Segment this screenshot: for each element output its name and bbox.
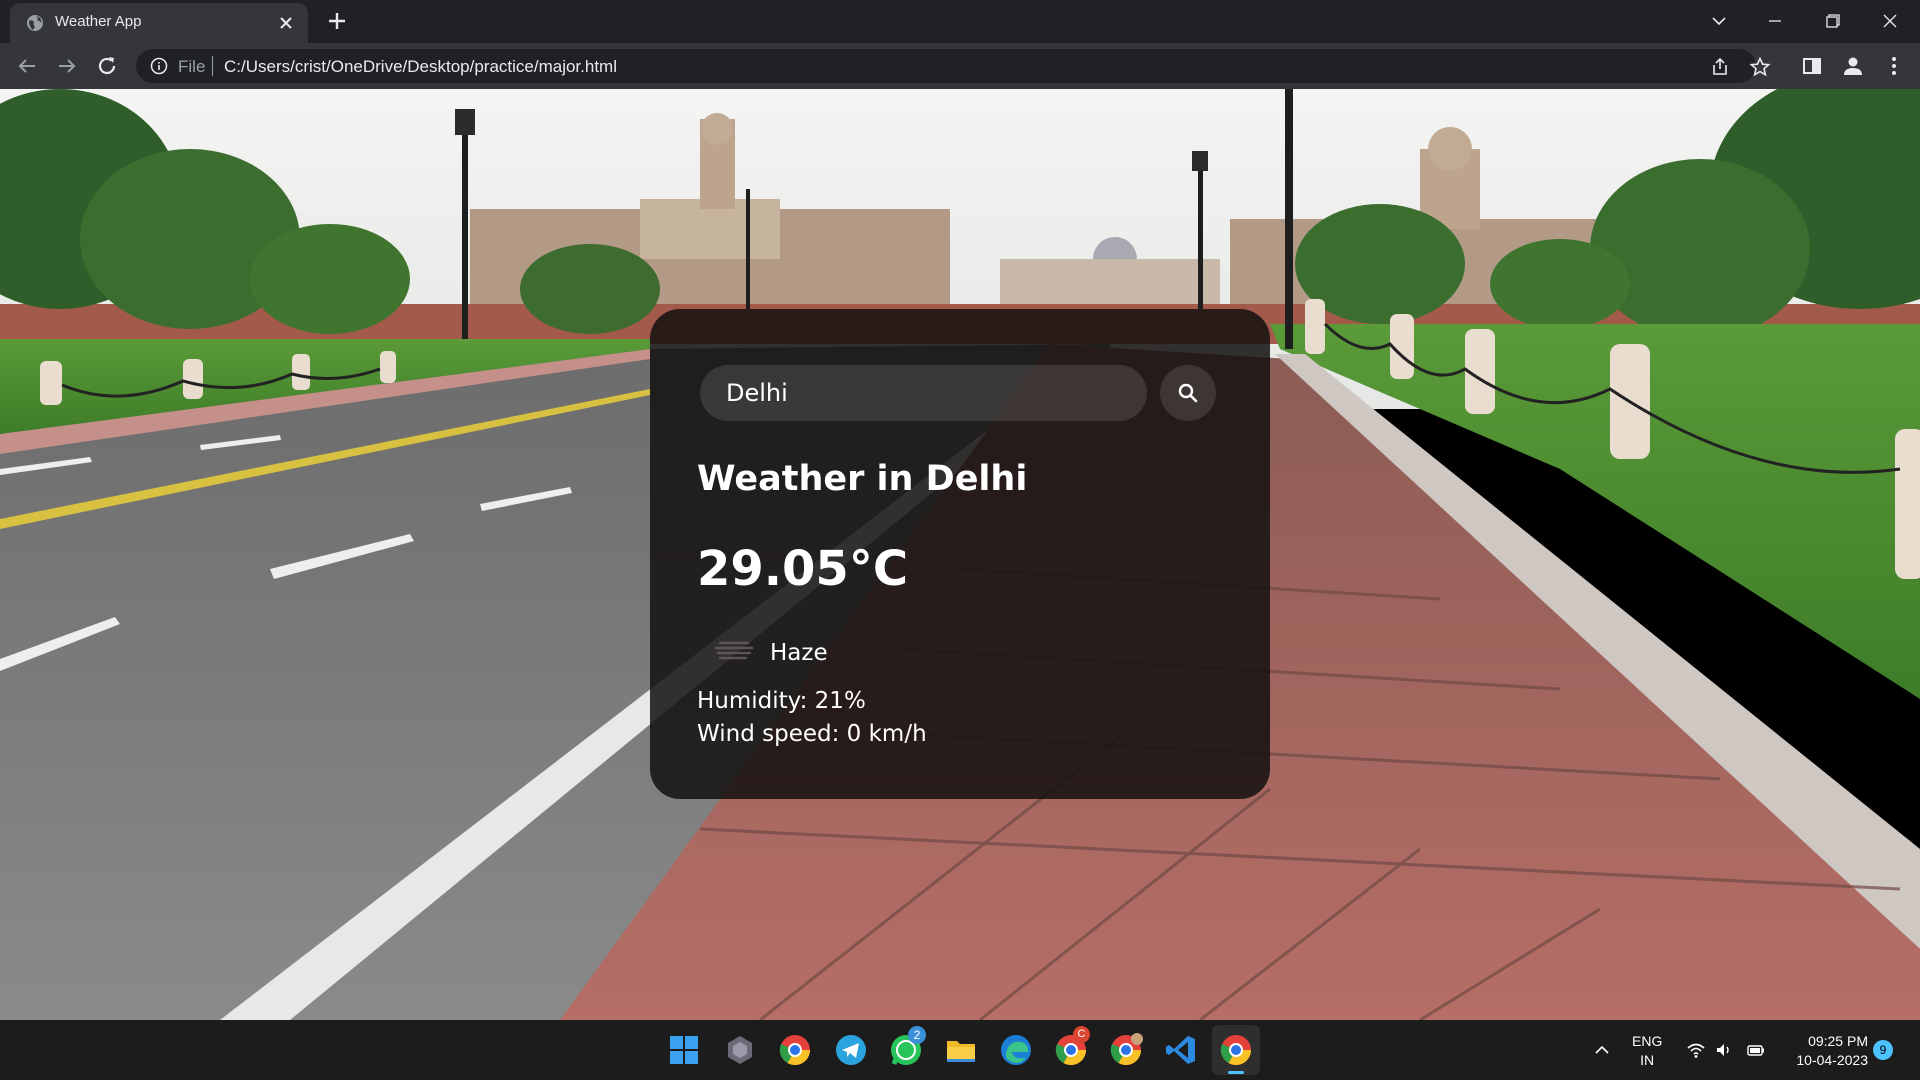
clock-time: 09:25 PM [1808, 1033, 1868, 1049]
city-heading: Weather in Delhi [697, 459, 1028, 499]
bookmark-star-icon[interactable] [1749, 56, 1771, 78]
edge-icon[interactable] [998, 1032, 1034, 1068]
volume-icon[interactable] [1714, 1040, 1734, 1060]
notification-badge[interactable]: 9 [1873, 1040, 1893, 1060]
tab-title: Weather App [55, 13, 142, 30]
chrome-profile-app[interactable]: C [1053, 1026, 1090, 1068]
reload-icon[interactable] [95, 54, 119, 78]
browser-tab-bar: Weather App [0, 0, 1920, 43]
battery-icon[interactable] [1746, 1040, 1766, 1060]
weather-card: Weather in Delhi 29.05°C Haze Humidity: … [650, 309, 1270, 799]
region-code: IN [1640, 1052, 1655, 1068]
weather-condition: Haze [770, 640, 828, 666]
system-clock[interactable]: 09:25 PM 10-04-2023 [1784, 1032, 1868, 1070]
vscode-icon[interactable] [1163, 1032, 1199, 1068]
language-indicator[interactable]: ENG IN [1632, 1032, 1662, 1070]
tab-search-chevron-icon[interactable] [1706, 8, 1732, 34]
menu-kebab-icon[interactable] [1882, 54, 1906, 78]
minimize-icon[interactable] [1762, 8, 1788, 34]
back-icon[interactable] [15, 54, 39, 78]
search-button[interactable] [1160, 365, 1216, 421]
url-text[interactable]: C:/Users/crist/OneDrive/Desktop/practice… [224, 57, 617, 77]
wifi-icon[interactable] [1686, 1040, 1706, 1060]
search-icon [1178, 383, 1198, 403]
url-divider [212, 56, 213, 76]
city-search-input[interactable] [700, 365, 1147, 421]
chevron-up-icon[interactable] [1592, 1040, 1612, 1060]
humidity-value: Humidity: 21% [697, 688, 866, 714]
chrome-active-app[interactable] [1212, 1025, 1260, 1075]
url-scheme-label: File [178, 57, 206, 76]
chrome-profile-badge: C [1073, 1026, 1090, 1043]
forward-icon[interactable] [55, 54, 79, 78]
clock-date: 10-04-2023 [1796, 1052, 1868, 1068]
page-viewport: Weather in Delhi 29.05°C Haze Humidity: … [0, 89, 1920, 1020]
globe-icon [27, 15, 43, 31]
file-explorer-icon[interactable] [943, 1032, 979, 1068]
close-tab-icon[interactable] [276, 13, 296, 33]
chrome-active-icon [1220, 1035, 1251, 1066]
chrome-icon[interactable] [777, 1032, 813, 1068]
browser-toolbar: File C:/Users/crist/OneDrive/Desktop/pra… [0, 43, 1920, 89]
wind-speed-value: Wind speed: 0 km/h [697, 721, 927, 747]
side-panel-icon[interactable] [1800, 54, 1824, 78]
windows-taskbar: 2 C ENG IN 09:25 PM 10-04-2023 9 [0, 1020, 1920, 1080]
new-tab-icon[interactable] [326, 10, 348, 32]
whatsapp-badge: 2 [908, 1026, 926, 1044]
share-icon[interactable] [1709, 56, 1731, 78]
info-icon[interactable] [150, 57, 168, 75]
whatsapp-app[interactable]: 2 [888, 1026, 926, 1068]
profile-icon[interactable] [1841, 54, 1865, 78]
haze-icon [714, 641, 754, 660]
restore-icon[interactable] [1820, 8, 1846, 34]
chrome-profile-2-icon[interactable] [1108, 1032, 1144, 1068]
active-indicator [1228, 1071, 1244, 1074]
widgets-icon[interactable] [722, 1032, 758, 1068]
temperature-value: 29.05°C [697, 541, 909, 597]
tab-weather-app[interactable]: Weather App [10, 3, 308, 43]
language-code: ENG [1632, 1033, 1663, 1049]
address-bar[interactable]: File C:/Users/crist/OneDrive/Desktop/pra… [136, 49, 1771, 83]
start-icon[interactable] [666, 1032, 702, 1068]
telegram-icon[interactable] [833, 1032, 869, 1068]
close-window-icon[interactable] [1877, 8, 1903, 34]
